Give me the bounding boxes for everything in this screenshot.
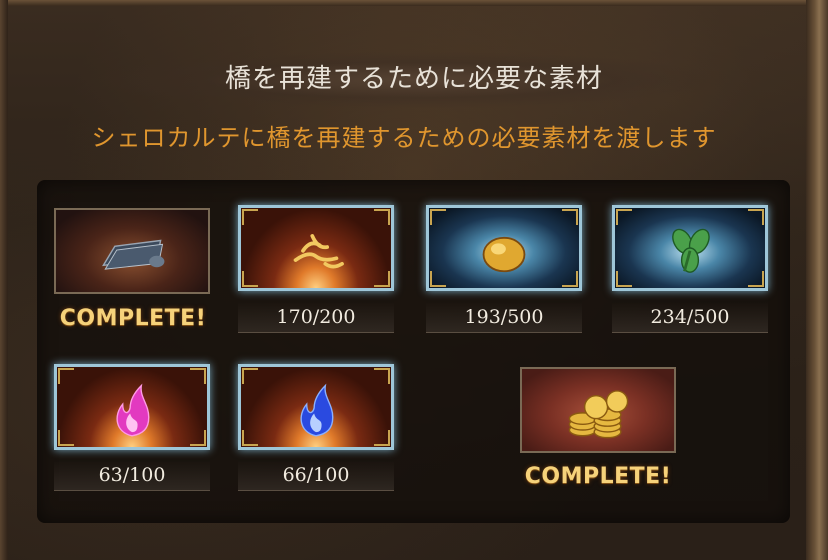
- material-progress: 193/500: [426, 302, 582, 333]
- dialog-title: 橋を再建するために必要な素材: [224, 64, 603, 94]
- green-leaf-icon: [672, 228, 710, 273]
- scroll-icon: [102, 239, 165, 270]
- material-card-blue-flame[interactable]: [238, 364, 394, 450]
- material-card-golden-branch[interactable]: [238, 205, 394, 291]
- material-card-scroll[interactable]: [54, 208, 210, 294]
- golden-branch-icon: [293, 234, 344, 269]
- status-complete-label: COMPLETE!: [59, 306, 207, 331]
- material-card-pink-flame[interactable]: [54, 364, 210, 450]
- material-progress: 170/200: [238, 302, 394, 333]
- dialog-subtitle: シェロカルテに橋を再建するための必要素材を渡します: [91, 124, 717, 152]
- frame-border-top: [0, 0, 828, 6]
- material-card-green-leaf[interactable]: [612, 205, 768, 291]
- material-progress: 66/100: [238, 460, 394, 491]
- blue-flame-icon: [300, 383, 334, 437]
- status-complete-label: COMPLETE!: [524, 464, 672, 489]
- pink-flame-icon: [116, 383, 150, 437]
- material-progress: 63/100: [54, 460, 210, 491]
- material-card-golden-nut[interactable]: [426, 205, 582, 291]
- gold-coins-icon: [568, 390, 629, 439]
- material-progress: 234/500: [612, 302, 768, 333]
- golden-nut-icon: [482, 236, 526, 273]
- material-card-gold-coins[interactable]: [520, 367, 676, 453]
